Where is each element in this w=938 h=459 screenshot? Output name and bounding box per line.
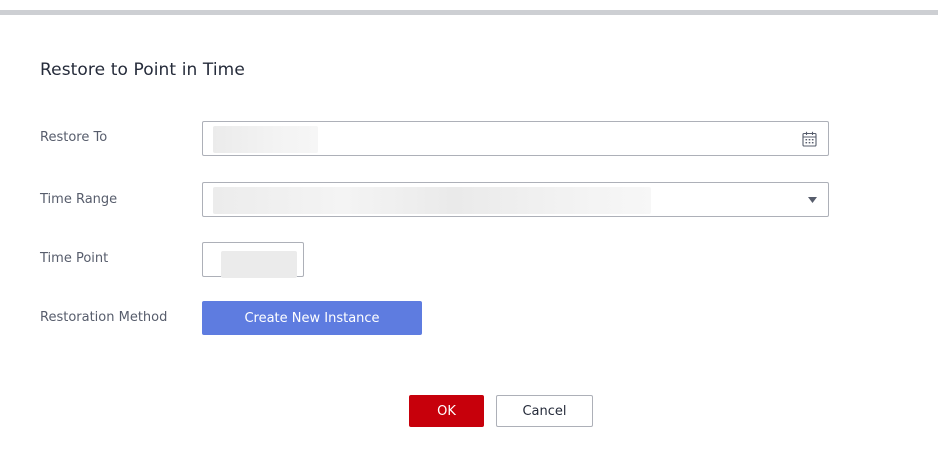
create-new-instance-button[interactable]: Create New Instance xyxy=(202,301,422,335)
redacted-value xyxy=(213,126,318,153)
restore-to-date-picker[interactable] xyxy=(202,121,829,156)
calendar-icon[interactable] xyxy=(802,131,817,147)
chevron-down-icon[interactable] xyxy=(808,197,817,203)
restore-dialog: Restore to Point in Time Restore To Time… xyxy=(0,0,938,459)
redacted-value xyxy=(213,187,651,214)
ok-button[interactable]: OK xyxy=(409,395,484,427)
time-range-label: Time Range xyxy=(40,192,118,207)
time-range-select[interactable] xyxy=(202,182,829,217)
redacted-value xyxy=(221,251,297,278)
restoration-method-label: Restoration Method xyxy=(40,310,168,325)
dialog-top-bar xyxy=(0,10,938,15)
cancel-button[interactable]: Cancel xyxy=(496,395,593,427)
time-point-label: Time Point xyxy=(40,251,109,266)
restore-to-label: Restore To xyxy=(40,130,108,145)
time-point-input[interactable] xyxy=(202,242,304,278)
dialog-title: Restore to Point in Time xyxy=(40,60,245,80)
